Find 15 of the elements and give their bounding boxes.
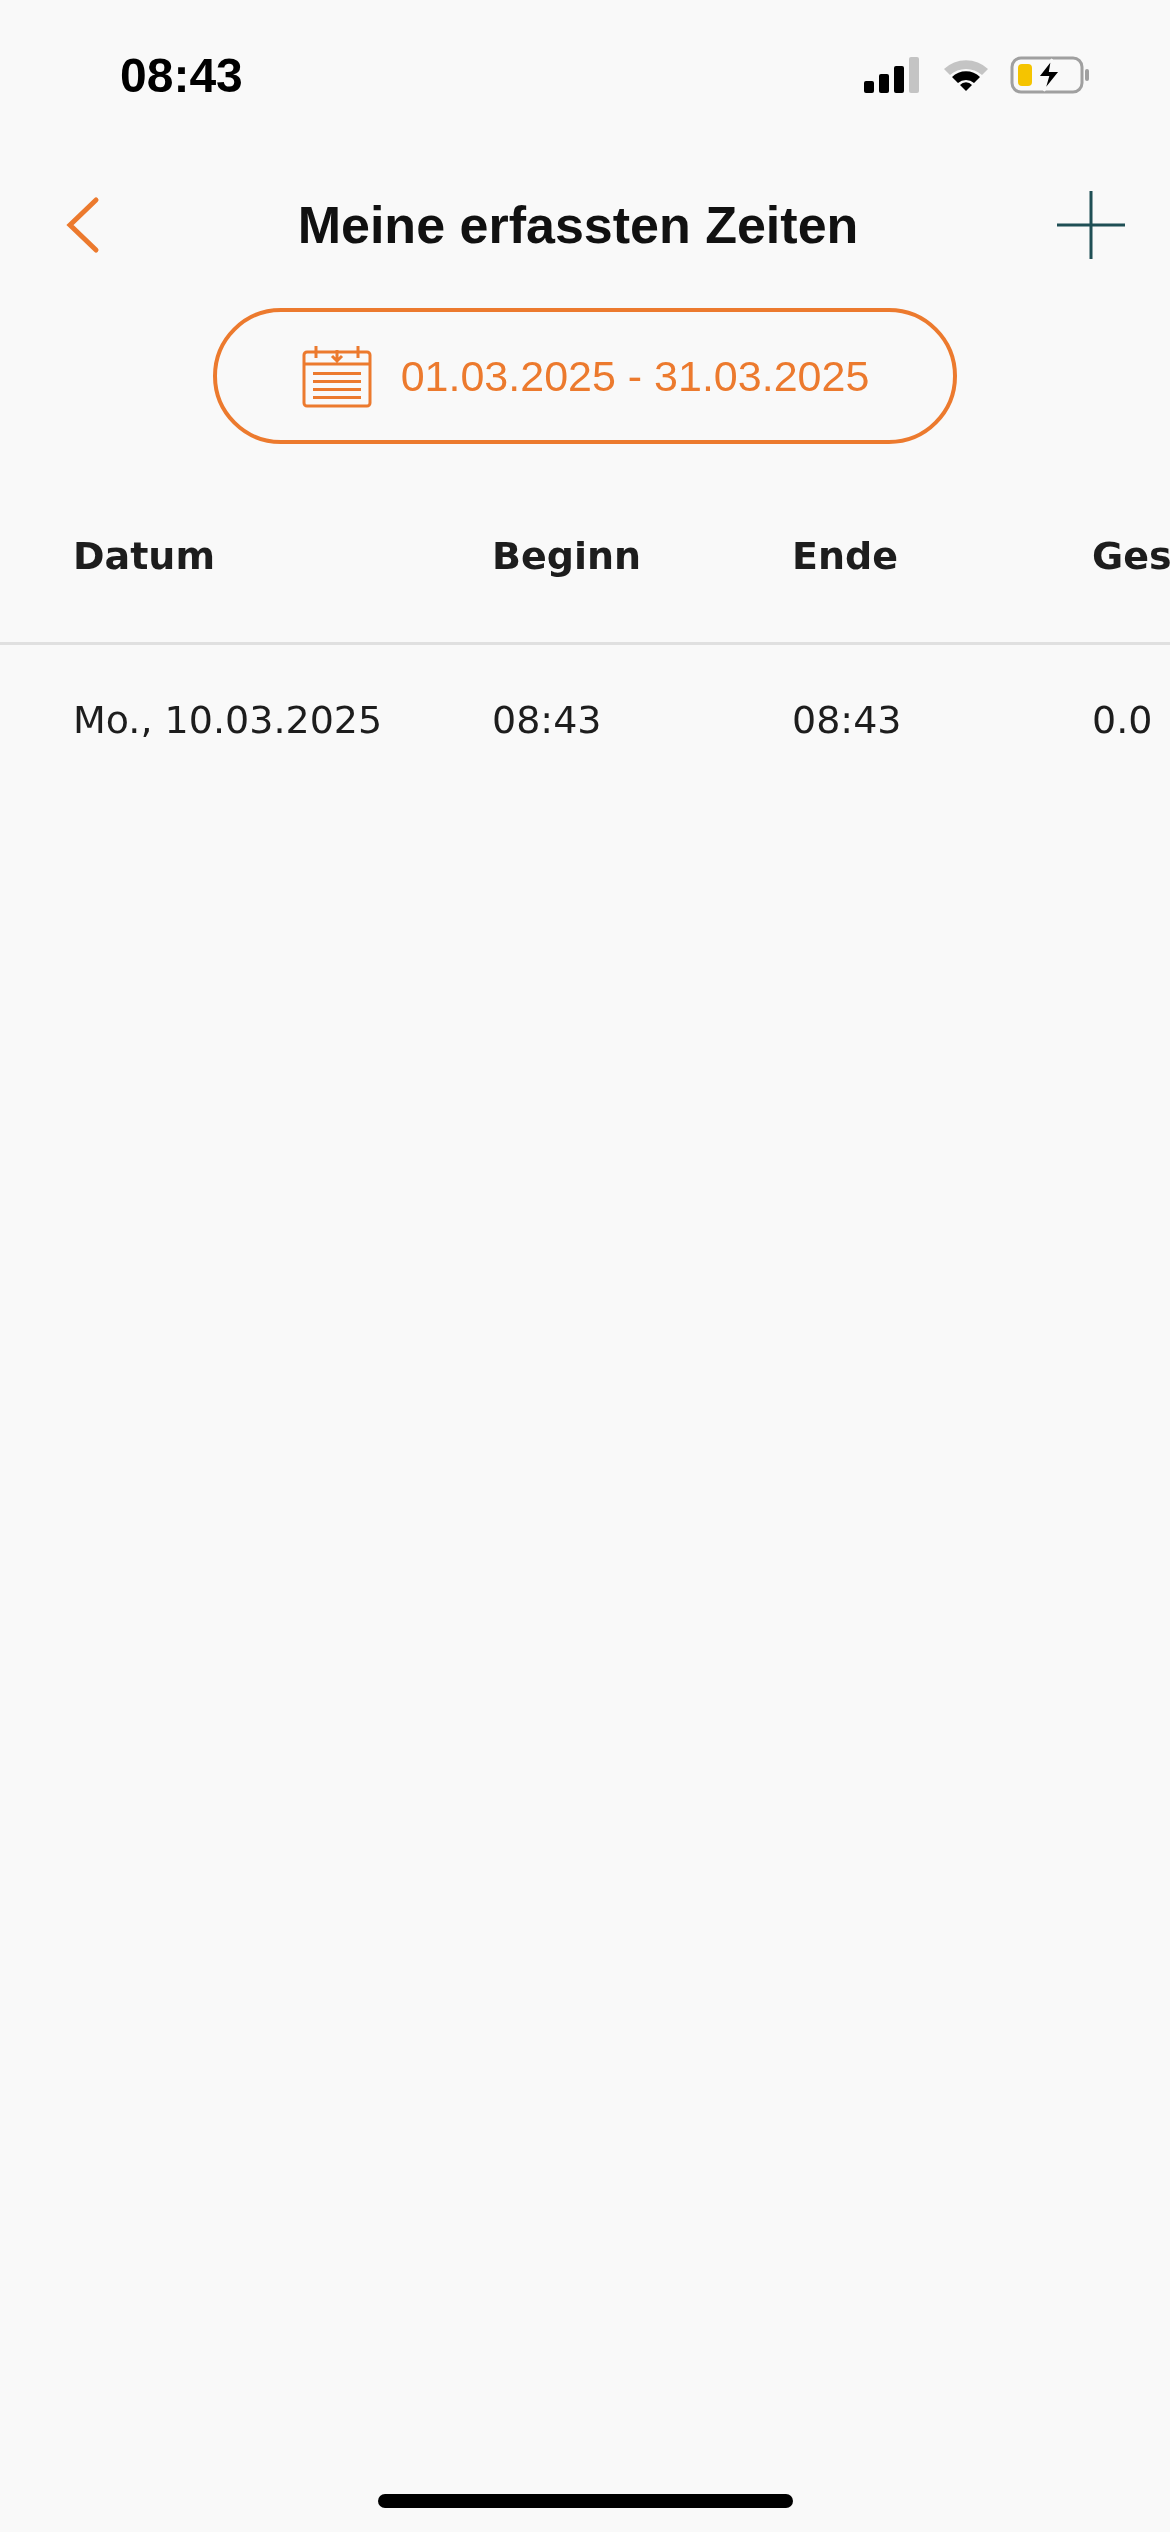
battery-icon (1010, 55, 1090, 95)
table-cell-text: Mo., 10.03.2025 (73, 698, 384, 742)
table-cell-text: 08:43 (792, 698, 903, 742)
column-header: Ende (792, 534, 899, 578)
status-time: 08:43 (120, 47, 243, 103)
table-cell-text: 08:43 (492, 698, 603, 742)
column-header: Datum (73, 534, 216, 578)
column-header: Ges (1092, 534, 1170, 578)
table-cell-text: 0.0 (1092, 698, 1154, 742)
column-header: Beginn (492, 534, 643, 578)
calendar-icon (300, 344, 373, 408)
date-range-button[interactable]: 01.03.2025 - 31.03.2025 (213, 308, 957, 444)
screen-title: Meine erfassten Zeiten (297, 195, 859, 255)
signal-icon (864, 57, 922, 93)
wifi-icon (942, 57, 990, 93)
